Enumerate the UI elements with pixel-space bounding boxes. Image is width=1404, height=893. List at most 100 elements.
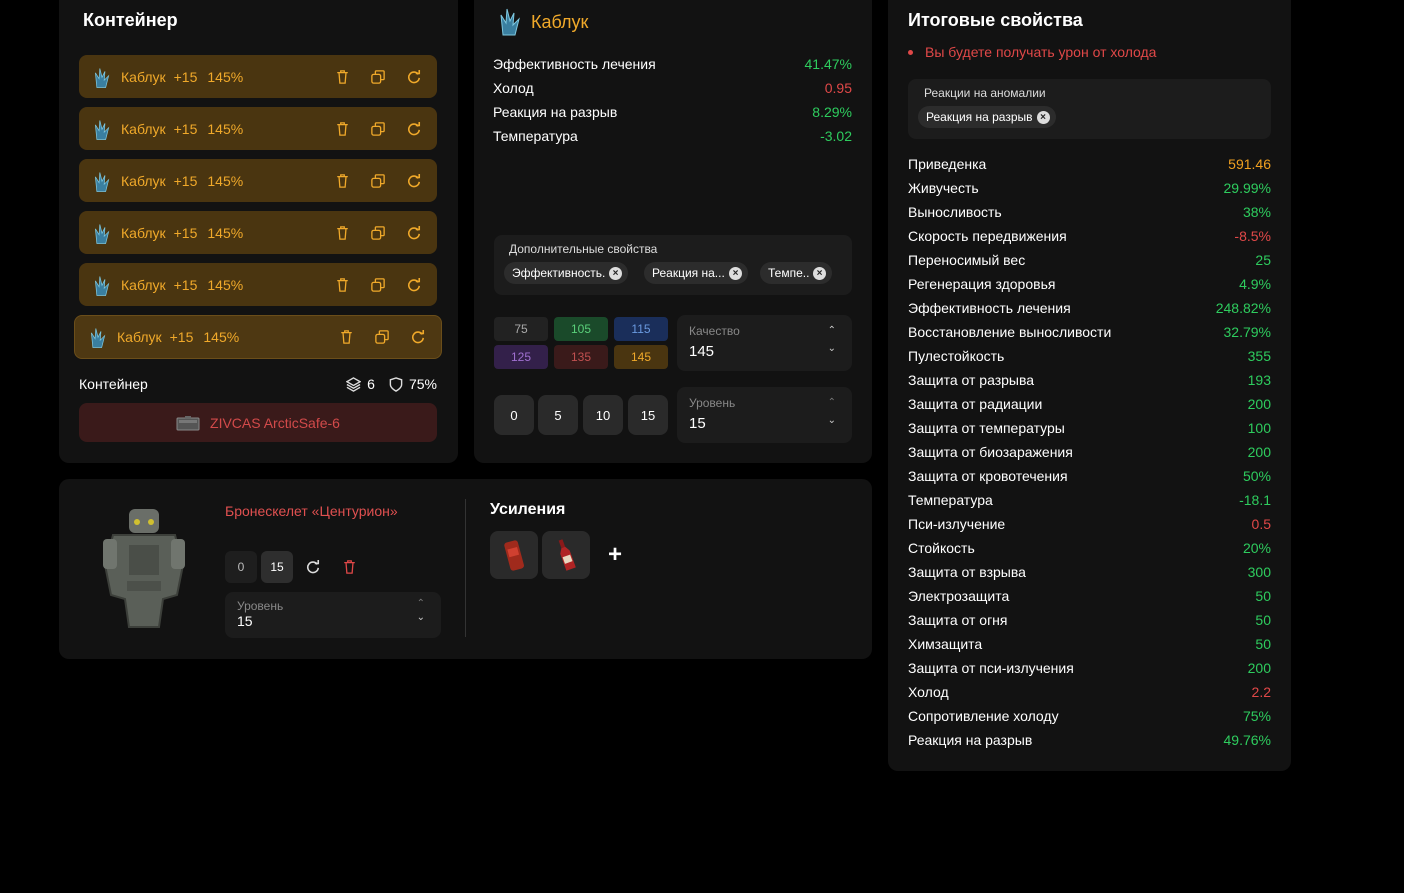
level-button[interactable]: 15 xyxy=(628,395,668,435)
protection-value: 75% xyxy=(408,376,437,392)
copy-icon[interactable] xyxy=(373,328,391,346)
chevron-up-icon[interactable]: ⌃ xyxy=(828,325,836,336)
extra-chip[interactable]: Реакция на... × xyxy=(644,262,748,284)
extra-chip[interactable]: Темпе... × xyxy=(760,262,832,284)
quality-label: Качество xyxy=(689,324,740,338)
quality-button[interactable]: 145 xyxy=(614,345,668,369)
quality-button[interactable]: 115 xyxy=(614,317,668,341)
artifact-row-percent: 145% xyxy=(207,120,244,137)
shield-icon xyxy=(389,376,403,392)
extra-chip[interactable]: Эффективность... × xyxy=(504,262,628,284)
artifact-row-level: +15 xyxy=(169,329,194,345)
level-button[interactable]: 0 xyxy=(494,395,534,435)
prop-value: 0.95 xyxy=(824,80,852,96)
quality-button[interactable]: 125 xyxy=(494,345,548,369)
level-button[interactable]: 5 xyxy=(538,395,578,435)
armor-level-label: Уровень xyxy=(237,599,284,613)
container-select-button[interactable]: ZIVCAS ArcticSafe-6 xyxy=(79,403,437,442)
summary-row-name: Защита от пси-излучения xyxy=(908,660,1074,676)
quality-select[interactable]: Качество 145 ⌃ ⌄ xyxy=(677,315,852,371)
summary-row: Скорость передвижения -8.5% xyxy=(908,228,1271,244)
artifact-prop-row: Температура -3.02 xyxy=(493,128,852,144)
trash-icon[interactable] xyxy=(333,276,351,294)
trash-icon[interactable] xyxy=(333,120,351,138)
copy-icon[interactable] xyxy=(369,276,387,294)
refresh-icon[interactable] xyxy=(405,68,423,86)
artifact-row[interactable]: Каблук +15 145% xyxy=(79,159,437,202)
artifact-row[interactable]: Каблук +15 145% xyxy=(74,315,442,359)
armor-level-min-button[interactable]: 0 xyxy=(225,551,257,583)
level-label: Уровень xyxy=(689,396,736,410)
level-select[interactable]: Уровень 15 ⌃ ⌄ xyxy=(677,387,852,443)
artifact-row-percent: 145% xyxy=(203,329,240,345)
chevron-up-icon[interactable]: ⌃ xyxy=(828,397,836,408)
refresh-icon[interactable] xyxy=(405,224,423,242)
artifact-row-level: +15 xyxy=(173,68,198,85)
copy-icon[interactable] xyxy=(369,224,387,242)
copy-icon[interactable] xyxy=(369,172,387,190)
protection-stat: 75% xyxy=(389,376,437,392)
chevron-down-icon[interactable]: ⌄ xyxy=(828,343,836,354)
boost-slot-bottle[interactable] xyxy=(542,531,590,579)
summary-row: Сопротивление холоду 75% xyxy=(908,708,1271,724)
add-boost-button[interactable]: + xyxy=(608,541,622,569)
summary-row-value: 29.99% xyxy=(1223,180,1271,196)
close-icon[interactable]: × xyxy=(609,266,622,280)
summary-row: Защита от огня 50 xyxy=(908,612,1271,628)
level-button[interactable]: 10 xyxy=(583,395,623,435)
armor-level-current-button[interactable]: 15 xyxy=(261,551,293,583)
extra-properties-label: Дополнительные свойства xyxy=(509,242,658,256)
copy-icon[interactable] xyxy=(369,68,387,86)
summary-row-name: Защита от радиации xyxy=(908,396,1043,412)
trash-icon[interactable] xyxy=(333,172,351,190)
refresh-icon[interactable] xyxy=(405,172,423,190)
prop-value: 41.47% xyxy=(804,56,852,72)
chevron-down-icon[interactable]: ⌄ xyxy=(828,415,836,426)
quality-button[interactable]: 105 xyxy=(554,317,608,341)
trash-icon[interactable] xyxy=(333,68,351,86)
close-icon[interactable]: × xyxy=(1036,110,1050,124)
summary-row-name: Сопротивление холоду xyxy=(908,708,1059,724)
refresh-icon[interactable] xyxy=(405,120,423,138)
artifact-row[interactable]: Каблук +15 145% xyxy=(79,211,437,254)
summary-title: Итоговые свойства xyxy=(908,10,1083,30)
summary-row: Приведенка 591.46 xyxy=(908,156,1271,172)
summary-row: Защита от кровотечения 50% xyxy=(908,468,1271,484)
prop-value: -3.02 xyxy=(820,128,852,144)
summary-row: Защита от температуры 100 xyxy=(908,420,1271,436)
artifact-row[interactable]: Каблук +15 145% xyxy=(79,263,437,306)
close-icon[interactable]: × xyxy=(813,266,826,280)
artifact-prop-row: Холод 0.95 xyxy=(493,80,852,96)
summary-row-name: Переносимый вес xyxy=(908,252,1026,268)
summary-row-value: 591.46 xyxy=(1228,156,1271,172)
refresh-icon[interactable] xyxy=(405,276,423,294)
trash-icon[interactable] xyxy=(337,328,355,346)
artifact-row-level: +15 xyxy=(173,172,198,189)
chevron-down-icon[interactable]: ⌄ xyxy=(417,612,425,623)
refresh-icon[interactable] xyxy=(409,328,427,346)
summary-row-name: Скорость передвижения xyxy=(908,228,1067,244)
trash-icon[interactable] xyxy=(333,551,365,583)
quality-button[interactable]: 135 xyxy=(554,345,608,369)
artifact-row-level: +15 xyxy=(173,120,198,137)
summary-row-value: 200 xyxy=(1247,660,1271,676)
container-name: ZIVCAS ArcticSafe-6 xyxy=(210,414,340,431)
copy-icon[interactable] xyxy=(369,120,387,138)
summary-row-value: 100 xyxy=(1247,420,1271,436)
boost-slot-can[interactable] xyxy=(490,531,538,579)
armor-panel: Бронескелет «Центурион» 0 15 Уровень 15 … xyxy=(59,479,872,659)
summary-row-value: 0.5 xyxy=(1251,516,1271,532)
artifact-row[interactable]: Каблук +15 145% xyxy=(79,55,437,98)
anomaly-chip[interactable]: Реакция на разрыв × xyxy=(918,106,1056,128)
refresh-icon[interactable] xyxy=(297,551,329,583)
trash-icon[interactable] xyxy=(333,224,351,242)
armor-level-select[interactable]: Уровень 15 ⌃ ⌄ xyxy=(225,592,441,638)
summary-row-name: Защита от разрыва xyxy=(908,372,1035,388)
close-icon[interactable]: × xyxy=(729,266,742,280)
artifact-row-percent: 145% xyxy=(207,172,244,189)
summary-row-value: 32.79% xyxy=(1223,324,1271,340)
artifact-row[interactable]: Каблук +15 145% xyxy=(79,107,437,150)
bottle-icon xyxy=(558,539,576,571)
chevron-up-icon[interactable]: ⌃ xyxy=(417,598,425,609)
quality-button[interactable]: 75 xyxy=(494,317,548,341)
